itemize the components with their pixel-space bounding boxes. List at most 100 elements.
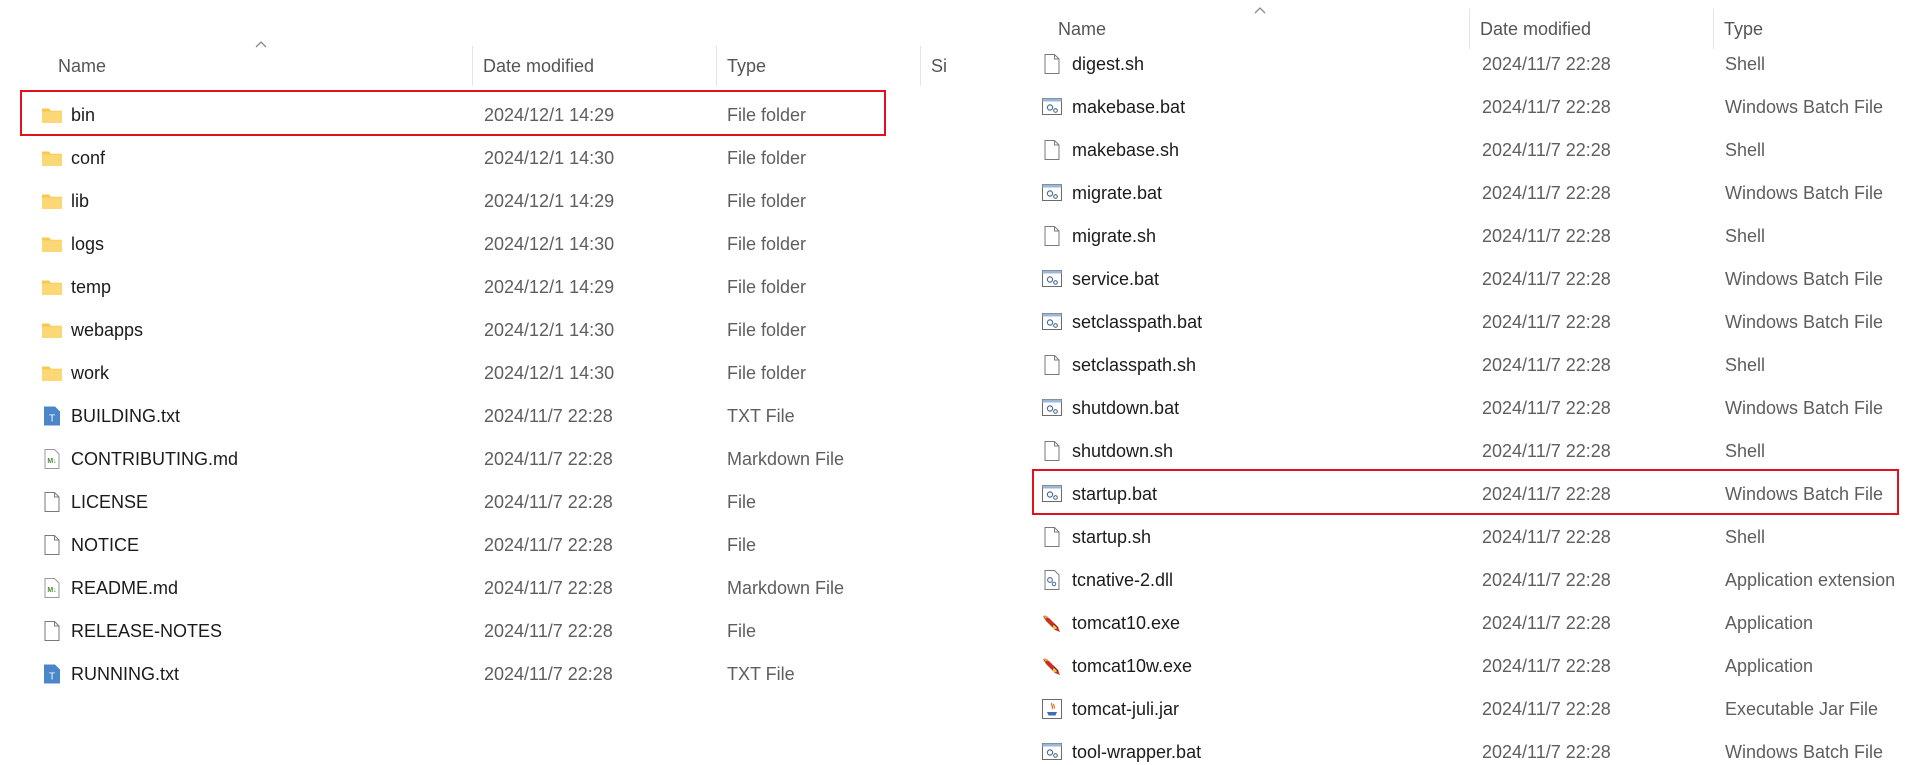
file-type: File folder bbox=[727, 277, 807, 297]
file-row-tool-wrapper-bat[interactable]: tool-wrapper.bat 2024/11/7 22:28 Windows B… bbox=[1030, 731, 1909, 765]
left-column-header: Name Date modified Type Si bbox=[0, 41, 950, 86]
size-column-header[interactable]: Si bbox=[920, 46, 950, 86]
file-type: File bbox=[727, 621, 757, 641]
file-type: File folder bbox=[727, 191, 807, 211]
file-row-migrate-sh[interactable]: migrate.sh 2024/11/7 22:28 Shell bbox=[1030, 215, 1909, 257]
file-row-webapps[interactable]: webapps 2024/12/1 14:30 File folder bbox=[20, 309, 950, 351]
file-type: Shell bbox=[1725, 54, 1766, 74]
batch-file-icon bbox=[1040, 396, 1064, 420]
file-name: makebase.bat bbox=[1072, 97, 1186, 117]
file-icon bbox=[1040, 138, 1064, 162]
file-name: logs bbox=[71, 234, 105, 254]
name-column-header[interactable]: Name bbox=[48, 46, 470, 86]
file-row-service-bat[interactable]: service.bat 2024/11/7 22:28 Windows Batch … bbox=[1030, 258, 1909, 300]
date-modified: 2024/12/1 14:30 bbox=[484, 234, 615, 254]
file-name: RELEASE-NOTES bbox=[71, 621, 223, 641]
file-icon bbox=[1040, 52, 1064, 76]
file-row-work[interactable]: work 2024/12/1 14:30 File folder bbox=[20, 352, 950, 394]
svg-text:T: T bbox=[49, 414, 55, 425]
sort-ascending-icon bbox=[1254, 6, 1266, 18]
folder-icon bbox=[40, 232, 64, 256]
file-type: Windows Batch File bbox=[1725, 97, 1884, 117]
file-name: tcnative-2.dll bbox=[1072, 570, 1174, 590]
date-modified: 2024/11/7 22:28 bbox=[484, 492, 613, 512]
file-row-makebase-bat[interactable]: makebase.bat 2024/11/7 22:28 Windows Batch… bbox=[1030, 86, 1909, 128]
date-modified: 2024/11/7 22:28 bbox=[484, 449, 613, 469]
file-type: Markdown File bbox=[727, 578, 845, 598]
file-row-contributing-md[interactable]: M↓ CONTRIBUTING.md 2024/11/7 22:28 Markdown… bbox=[20, 438, 950, 480]
file-name: makebase.sh bbox=[1072, 140, 1180, 160]
date-column-header[interactable]: Date modified bbox=[472, 46, 716, 86]
file-name: tool-wrapper.bat bbox=[1072, 742, 1202, 762]
file-type: Executable Jar File bbox=[1725, 699, 1879, 719]
highlight-box bbox=[20, 90, 886, 136]
date-modified: 2024/11/7 22:28 bbox=[1482, 699, 1611, 719]
batch-file-icon bbox=[1040, 740, 1064, 764]
file-name: lib bbox=[71, 191, 90, 211]
file-type: TXT File bbox=[727, 406, 795, 426]
date-modified: 2024/11/7 22:28 bbox=[1482, 54, 1611, 74]
batch-file-icon bbox=[1040, 181, 1064, 205]
file-row-running-txt[interactable]: T RUNNING.txt 2024/11/7 22:28 TXT File bbox=[20, 653, 950, 695]
file-row-lib[interactable]: lib 2024/12/1 14:29 File folder bbox=[20, 180, 950, 222]
file-row-shutdown-sh[interactable]: shutdown.sh 2024/11/7 22:28 Shell bbox=[1030, 430, 1909, 472]
file-row-release-notes[interactable]: RELEASE-NOTES 2024/11/7 22:28 File bbox=[20, 610, 950, 652]
file-row-migrate-bat[interactable]: migrate.bat 2024/11/7 22:28 Windows Batch … bbox=[1030, 172, 1909, 214]
file-type: Shell bbox=[1725, 140, 1766, 160]
type-column-header[interactable]: Type bbox=[716, 46, 920, 86]
file-name: startup.sh bbox=[1072, 527, 1152, 547]
file-row-tomcat-juli-jar[interactable]: tomcat-juli.jar 2024/11/7 22:28 Executable… bbox=[1030, 688, 1909, 730]
file-row-tcnative-2-dll[interactable]: tcnative-2.dll 2024/11/7 22:28 Application… bbox=[1030, 559, 1909, 601]
file-icon bbox=[40, 490, 64, 514]
file-name: BUILDING.txt bbox=[71, 406, 181, 426]
file-icon bbox=[40, 619, 64, 643]
file-type: Application bbox=[1725, 656, 1814, 676]
svg-text:M↓: M↓ bbox=[47, 458, 56, 465]
file-row-conf[interactable]: conf 2024/12/1 14:30 File folder bbox=[20, 137, 950, 179]
date-modified: 2024/11/7 22:28 bbox=[484, 664, 613, 684]
date-column-label: Date modified bbox=[1480, 18, 1592, 39]
file-row-readme-md[interactable]: M↓ README.md 2024/11/7 22:28 Markdown File bbox=[20, 567, 950, 609]
file-row-setclasspath-sh[interactable]: setclasspath.sh 2024/11/7 22:28 Shell bbox=[1030, 344, 1909, 386]
file-name: RUNNING.txt bbox=[71, 664, 179, 684]
file-type: Windows Batch File bbox=[1725, 312, 1884, 332]
svg-text:M↓: M↓ bbox=[47, 587, 56, 594]
name-column-label: Name bbox=[58, 55, 107, 76]
file-type: File folder bbox=[727, 363, 807, 383]
dll-file-icon bbox=[1040, 568, 1064, 592]
svg-text:T: T bbox=[49, 672, 55, 683]
date-modified: 2024/11/7 22:28 bbox=[1482, 269, 1611, 289]
file-name: setclasspath.sh bbox=[1072, 355, 1197, 375]
folder-icon bbox=[40, 361, 64, 385]
file-row-temp[interactable]: temp 2024/12/1 14:29 File folder bbox=[20, 266, 950, 308]
date-modified: 2024/11/7 22:28 bbox=[1482, 140, 1611, 160]
date-modified: 2024/11/7 22:28 bbox=[1482, 742, 1611, 762]
text-file-icon: T bbox=[40, 662, 64, 686]
file-row-notice[interactable]: NOTICE 2024/11/7 22:28 File bbox=[20, 524, 950, 566]
tomcat-exe-icon bbox=[1040, 611, 1064, 635]
file-type: TXT File bbox=[727, 664, 795, 684]
file-name: setclasspath.bat bbox=[1072, 312, 1203, 332]
file-type: Windows Batch File bbox=[1725, 742, 1884, 762]
file-row-tomcat10w-exe[interactable]: tomcat10w.exe 2024/11/7 22:28 Application bbox=[1030, 645, 1909, 687]
file-name: webapps bbox=[71, 320, 144, 340]
markdown-file-icon: M↓ bbox=[40, 447, 64, 471]
type-column-label: Type bbox=[727, 55, 767, 76]
file-name: tomcat10w.exe bbox=[1072, 656, 1193, 676]
file-row-makebase-sh[interactable]: makebase.sh 2024/11/7 22:28 Shell bbox=[1030, 129, 1909, 171]
file-type: Shell bbox=[1725, 527, 1766, 547]
file-row-digest-sh[interactable]: digest.sh 2024/11/7 22:28 Shell bbox=[1030, 43, 1909, 85]
batch-file-icon bbox=[1040, 310, 1064, 334]
file-row-setclasspath-bat[interactable]: setclasspath.bat 2024/11/7 22:28 Windows B… bbox=[1030, 301, 1909, 343]
file-row-startup-sh[interactable]: startup.sh 2024/11/7 22:28 Shell bbox=[1030, 516, 1909, 558]
file-type: File bbox=[727, 535, 757, 555]
file-row-building-txt[interactable]: T BUILDING.txt 2024/11/7 22:28 TXT File bbox=[20, 395, 950, 437]
date-modified: 2024/11/7 22:28 bbox=[1482, 398, 1611, 418]
file-type: File folder bbox=[727, 148, 807, 168]
batch-file-icon bbox=[1040, 95, 1064, 119]
file-row-logs[interactable]: logs 2024/12/1 14:30 File folder bbox=[20, 223, 950, 265]
file-row-shutdown-bat[interactable]: shutdown.bat 2024/11/7 22:28 Windows Batch… bbox=[1030, 387, 1909, 429]
file-row-tomcat10-exe[interactable]: tomcat10.exe 2024/11/7 22:28 Application bbox=[1030, 602, 1909, 644]
date-modified: 2024/11/7 22:28 bbox=[1482, 183, 1611, 203]
file-row-license[interactable]: LICENSE 2024/11/7 22:28 File bbox=[20, 481, 950, 523]
